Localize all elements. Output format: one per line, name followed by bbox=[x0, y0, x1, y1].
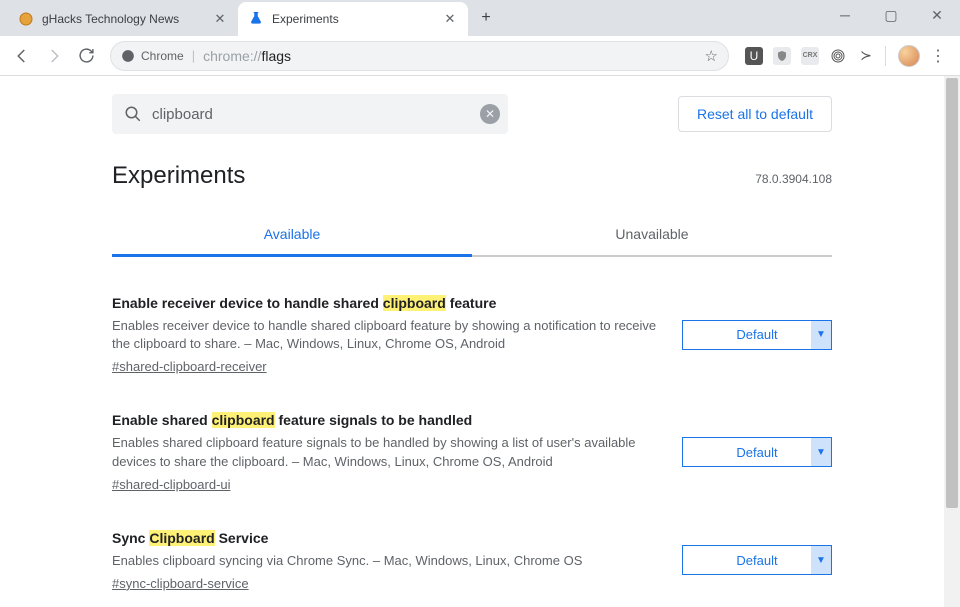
flag-title: Enable shared clipboard feature signals … bbox=[112, 412, 664, 428]
flag-description: Enables clipboard syncing via Chrome Syn… bbox=[112, 552, 664, 570]
url-text: chrome://flags bbox=[203, 48, 291, 64]
select-value: Default bbox=[693, 553, 821, 568]
clear-search-button[interactable]: ✕ bbox=[480, 104, 500, 124]
tab-title: Experiments bbox=[272, 12, 434, 26]
new-tab-button[interactable]: + bbox=[472, 4, 500, 32]
flag-item: Sync Clipboard Service Enables clipboard … bbox=[112, 492, 832, 591]
chrome-menu-button[interactable]: ⋮ bbox=[930, 46, 946, 66]
close-icon[interactable]: ✕ bbox=[212, 11, 228, 27]
security-label: Chrome bbox=[141, 49, 184, 63]
search-input[interactable] bbox=[152, 106, 470, 123]
extension-crx-icon[interactable]: CRX bbox=[801, 47, 819, 65]
flag-title: Sync Clipboard Service bbox=[112, 530, 664, 546]
flag-description: Enables shared clipboard feature signals… bbox=[112, 434, 664, 470]
extension-fingerprint-icon[interactable] bbox=[829, 47, 847, 65]
select-value: Default bbox=[693, 445, 821, 460]
flag-item: Enable receiver device to handle shared … bbox=[112, 257, 832, 374]
flag-description: Enables receiver device to handle shared… bbox=[112, 317, 664, 353]
close-icon[interactable]: ✕ bbox=[442, 11, 458, 27]
flag-select[interactable]: Default▼ bbox=[682, 545, 832, 575]
forward-button[interactable] bbox=[40, 42, 68, 70]
bookmark-star-icon[interactable]: ☆ bbox=[705, 47, 718, 65]
tab-title: gHacks Technology News bbox=[42, 12, 204, 26]
chevron-down-icon: ▼ bbox=[811, 546, 831, 574]
chevron-down-icon: ▼ bbox=[811, 438, 831, 466]
tab-ghacks[interactable]: gHacks Technology News ✕ bbox=[8, 2, 238, 36]
tab-available[interactable]: Available bbox=[112, 214, 472, 257]
page-title: Experiments bbox=[112, 162, 245, 190]
back-button[interactable] bbox=[8, 42, 36, 70]
site-info-icon[interactable]: Chrome bbox=[121, 49, 184, 63]
chevron-down-icon: ▼ bbox=[811, 321, 831, 349]
profile-avatar[interactable] bbox=[898, 45, 920, 67]
flag-title: Enable receiver device to handle shared … bbox=[112, 295, 664, 311]
reset-all-button[interactable]: Reset all to default bbox=[678, 96, 832, 132]
search-icon bbox=[124, 105, 142, 123]
maximize-button[interactable]: ▢ bbox=[868, 0, 914, 30]
browser-titlebar: gHacks Technology News ✕ Experiments ✕ +… bbox=[0, 0, 960, 36]
flag-hash-link[interactable]: #sync-clipboard-service bbox=[112, 576, 249, 591]
extension-ublock-icon[interactable]: U bbox=[745, 47, 763, 65]
flag-select[interactable]: Default▼ bbox=[682, 437, 832, 467]
address-bar[interactable]: Chrome | chrome://flags ☆ bbox=[110, 41, 729, 71]
chrome-version: 78.0.3904.108 bbox=[755, 172, 832, 186]
scrollbar-thumb[interactable] bbox=[946, 78, 958, 508]
flag-item: Enable shared clipboard feature signals … bbox=[112, 374, 832, 491]
tab-unavailable[interactable]: Unavailable bbox=[472, 214, 832, 257]
page-content: ✕ Reset all to default Experiments 78.0.… bbox=[0, 76, 944, 607]
favicon-flask-icon bbox=[248, 11, 264, 27]
extension-arrow-icon[interactable]: ≻ bbox=[857, 47, 875, 65]
reload-button[interactable] bbox=[72, 42, 100, 70]
close-window-button[interactable]: ✕ bbox=[914, 0, 960, 30]
extension-shield-icon[interactable] bbox=[773, 47, 791, 65]
extension-icons: U CRX ≻ bbox=[745, 47, 875, 65]
select-value: Default bbox=[693, 327, 821, 342]
flag-hash-link[interactable]: #shared-clipboard-ui bbox=[112, 477, 231, 492]
tab-experiments[interactable]: Experiments ✕ bbox=[238, 2, 468, 36]
window-controls: ─ ▢ ✕ bbox=[822, 0, 960, 36]
flag-select[interactable]: Default▼ bbox=[682, 320, 832, 350]
minimize-button[interactable]: ─ bbox=[822, 0, 868, 30]
browser-toolbar: Chrome | chrome://flags ☆ U CRX ≻ ⋮ bbox=[0, 36, 960, 76]
flag-hash-link[interactable]: #shared-clipboard-receiver bbox=[112, 359, 267, 374]
vertical-scrollbar[interactable] bbox=[944, 76, 960, 607]
favicon-ghacks bbox=[18, 11, 34, 27]
flags-search-box[interactable]: ✕ bbox=[112, 94, 508, 134]
